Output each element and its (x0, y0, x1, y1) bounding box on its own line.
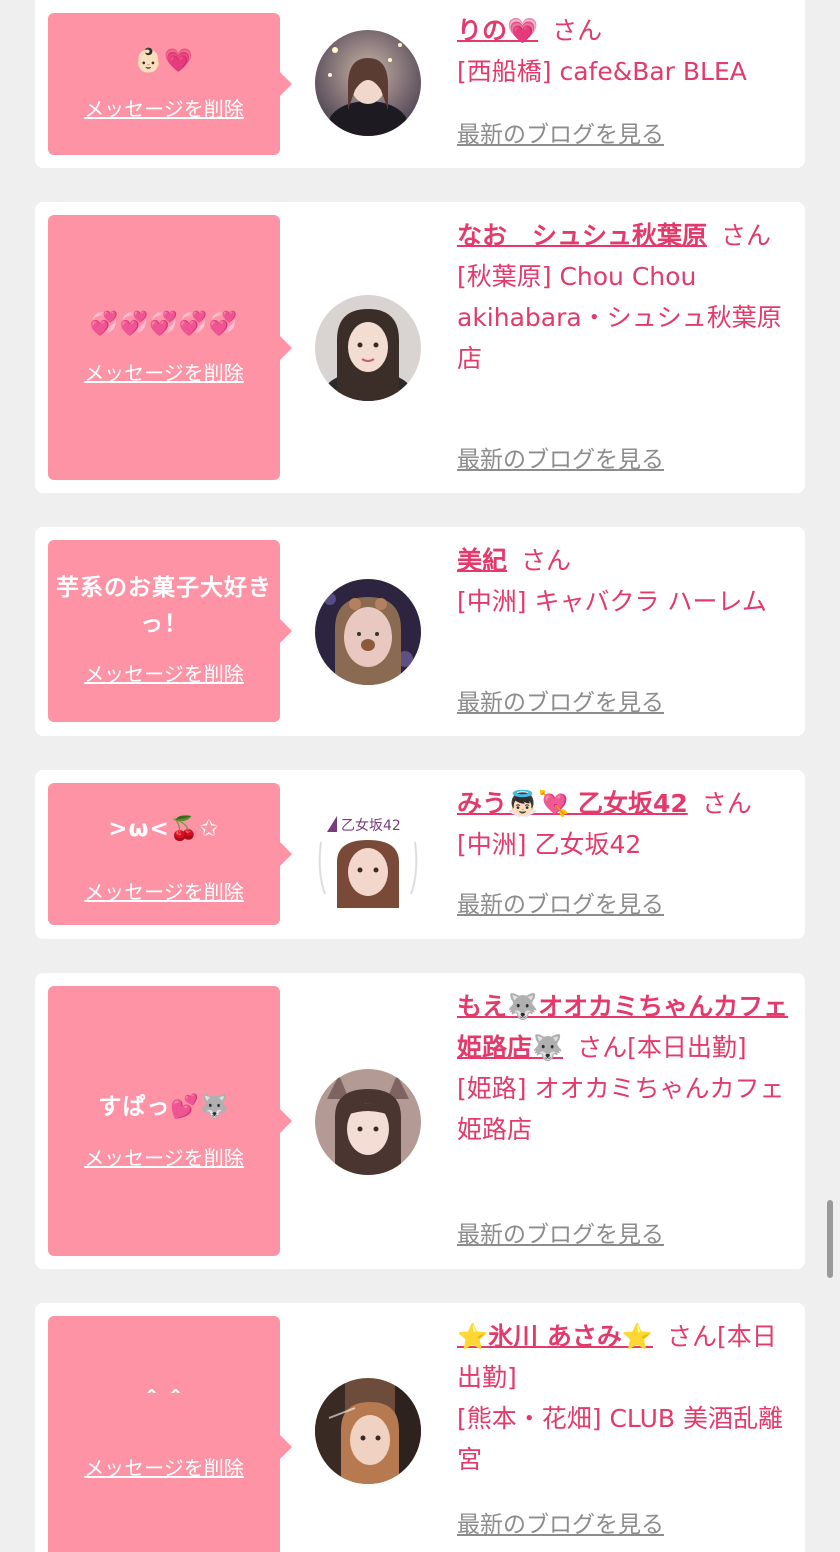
latest-blog-link[interactable]: 最新のブログを見る (457, 689, 664, 717)
girl-card: ＾＾ メッセージを削除 ⭐氷川 あさみ⭐ さん[本日出勤] [熊本・花畑] CLU… (35, 1303, 805, 1552)
avatar[interactable] (315, 1378, 421, 1484)
scrollbar[interactable] (827, 1200, 833, 1278)
latest-blog-link[interactable]: 最新のブログを見る (457, 1511, 664, 1539)
girl-name-link[interactable]: りの💗 (457, 16, 538, 45)
favorites-list-page: 👶🏻💗 メッセージを削除 りの💗 さん [西船橋] cafe&Bar BLEA 最… (0, 0, 840, 1552)
delete-message-link[interactable]: メッセージを削除 (48, 1146, 280, 1170)
san-label: さん (721, 221, 772, 250)
message-bubble: 芋系のお菓子大好きっ！ メッセージを削除 (48, 540, 292, 722)
avatar[interactable] (315, 1069, 421, 1175)
girl-card: 💞💞💞💞💞 メッセージを削除 なお シュシュ秋葉原 さん [秋葉原] Chou C… (35, 202, 805, 493)
girl-name-link[interactable]: みう👼🏻💘 乙女坂42 (457, 789, 688, 818)
delete-message-link[interactable]: メッセージを削除 (48, 1456, 280, 1480)
message-bubble: 💞💞💞💞💞 メッセージを削除 (48, 215, 292, 480)
shop-info: [秋葉原] Chou Chou akihabara・シュシュ秋葉原店 (457, 262, 782, 373)
avatar[interactable]: 乙女坂42 (315, 802, 421, 908)
avatar[interactable] (315, 295, 421, 401)
shop-info: [中洲] 乙女坂42 (457, 830, 642, 859)
delete-message-link[interactable]: メッセージを削除 (48, 361, 280, 385)
girl-info: ⭐氷川 あさみ⭐ さん[本日出勤] [熊本・花畑] CLUB 美酒乱離宮 (457, 1316, 795, 1480)
message-bubble: 👶🏻💗 メッセージを削除 (48, 13, 292, 155)
delete-message-link[interactable]: メッセージを削除 (48, 880, 280, 904)
girl-info: もえ🐺オオカミちゃんカフェ姫路店🐺 さん[本日出勤] [姫路] オオカミちゃんカフ… (457, 986, 795, 1150)
avatar[interactable] (315, 579, 421, 685)
shop-info: [西船橋] cafe&Bar BLEA (457, 57, 747, 86)
san-label: さん (666, 1322, 717, 1351)
status-suffix: [本日出勤] (627, 1033, 747, 1062)
message-bubble: >ω<🍒✩ メッセージを削除 (48, 783, 292, 925)
latest-blog-link[interactable]: 最新のブログを見る (457, 446, 664, 474)
shop-info: [中洲] キャバクラ ハーレム (457, 587, 767, 616)
message-text: ＾＾ (140, 1391, 188, 1417)
san-label: さん (701, 789, 752, 818)
girl-info: りの💗 さん [西船橋] cafe&Bar BLEA (457, 10, 795, 92)
girl-info: なお シュシュ秋葉原 さん [秋葉原] Chou Chou akihabara・シ… (457, 215, 795, 379)
avatar[interactable] (315, 30, 421, 136)
message-bubble: ＾＾ メッセージを削除 (48, 1316, 292, 1552)
girl-card: すぱっ💕🐺 メッセージを削除 もえ🐺オオカミちゃんカフェ姫路店🐺 さん[本日出勤]… (35, 973, 805, 1269)
message-bubble: すぱっ💕🐺 メッセージを削除 (48, 986, 292, 1256)
san-label: さん (577, 1033, 628, 1062)
girl-name-link[interactable]: なお シュシュ秋葉原 (457, 221, 707, 250)
delete-message-link[interactable]: メッセージを削除 (48, 662, 280, 686)
girl-name-link[interactable]: 美紀 (457, 546, 507, 575)
svg-text:乙女坂42: 乙女坂42 (341, 817, 401, 834)
message-text: >ω<🍒✩ (108, 816, 220, 842)
message-text: すぱっ💕🐺 (98, 1094, 230, 1120)
shop-info: [姫路] オオカミちゃんカフェ姫路店 (457, 1074, 785, 1144)
latest-blog-link[interactable]: 最新のブログを見る (457, 121, 664, 149)
latest-blog-link[interactable]: 最新のブログを見る (457, 891, 664, 919)
san-label: さん (552, 16, 603, 45)
girl-info: 美紀 さん [中洲] キャバクラ ハーレム (457, 540, 795, 622)
girl-name-link[interactable]: ⭐氷川 あさみ⭐ (457, 1322, 653, 1351)
message-text: 💞💞💞💞💞 (89, 311, 239, 337)
message-text: 芋系のお菓子大好きっ！ (56, 575, 272, 637)
shop-info: [熊本・花畑] CLUB 美酒乱離宮 (457, 1404, 783, 1474)
girl-card: 芋系のお菓子大好きっ！ メッセージを削除 美紀 さん [中洲] キャバクラ ハーレ… (35, 527, 805, 736)
girl-card: >ω<🍒✩ メッセージを削除 乙女坂42 みう👼🏻💘 乙女坂42 さん [中洲] … (35, 770, 805, 939)
girl-info: みう👼🏻💘 乙女坂42 さん [中洲] 乙女坂42 (457, 783, 795, 865)
delete-message-link[interactable]: メッセージを削除 (48, 97, 280, 121)
message-text: 👶🏻💗 (134, 48, 194, 74)
girl-card: 👶🏻💗 メッセージを削除 りの💗 さん [西船橋] cafe&Bar BLEA 最… (35, 0, 805, 168)
latest-blog-link[interactable]: 最新のブログを見る (457, 1221, 664, 1249)
san-label: さん (521, 546, 572, 575)
